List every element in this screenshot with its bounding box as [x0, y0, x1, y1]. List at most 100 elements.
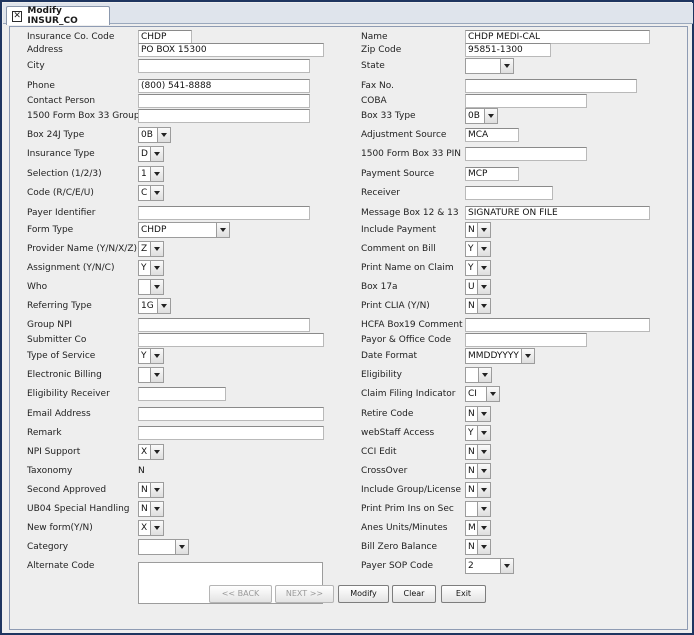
electronic-billing-dropdown[interactable]: [138, 367, 164, 383]
chevron-down-icon[interactable]: [477, 299, 490, 313]
tab-modify-insur-co[interactable]: ✕ Modify INSUR_CO: [6, 6, 110, 26]
chevron-down-icon[interactable]: [477, 540, 490, 554]
state-dropdown[interactable]: [465, 58, 514, 74]
chevron-down-icon[interactable]: [486, 387, 499, 401]
name-field[interactable]: CHDP MEDI-CAL: [465, 30, 650, 44]
new-form-y-n-dropdown[interactable]: X: [138, 520, 164, 536]
eligibility-dropdown[interactable]: [465, 367, 492, 383]
chevron-down-icon[interactable]: [477, 280, 490, 294]
payor-office-code-field[interactable]: [465, 333, 587, 347]
eligibility-receiver-field[interactable]: [138, 387, 226, 401]
clear-button[interactable]: Clear: [392, 585, 436, 603]
adjustment-source-field[interactable]: MCA: [465, 128, 519, 142]
1500-form-box-33-group-field[interactable]: [138, 109, 310, 123]
npi-support-dropdown[interactable]: X: [138, 444, 164, 460]
anes-units-minutes-dropdown[interactable]: M: [465, 520, 491, 536]
chevron-down-icon[interactable]: [500, 559, 513, 573]
chevron-down-icon[interactable]: [150, 261, 163, 275]
chevron-down-icon[interactable]: [477, 502, 490, 516]
group-npi-field[interactable]: [138, 318, 310, 332]
print-clia-y-n-dropdown[interactable]: N: [465, 298, 491, 314]
payer-identifier-field[interactable]: [138, 206, 310, 220]
email-address-field[interactable]: [138, 407, 324, 421]
chevron-down-icon[interactable]: [175, 540, 188, 554]
chevron-down-icon[interactable]: [157, 299, 170, 313]
chevron-down-icon[interactable]: [477, 464, 490, 478]
chevron-down-icon[interactable]: [150, 521, 163, 535]
bill-zero-balance-dropdown[interactable]: N: [465, 539, 491, 555]
chevron-down-icon[interactable]: [477, 223, 490, 237]
claim-filing-indicator-dropdown[interactable]: CI: [465, 386, 500, 402]
comment-on-bill-dropdown[interactable]: Y: [465, 241, 491, 257]
1500-form-box-33-pin-field[interactable]: [465, 147, 587, 161]
chevron-down-icon[interactable]: [477, 407, 490, 421]
chevron-down-icon[interactable]: [150, 147, 163, 161]
contact-person-field[interactable]: [138, 94, 310, 108]
box-17a-dropdown[interactable]: U: [465, 279, 491, 295]
chevron-down-icon[interactable]: [478, 368, 491, 382]
print-prim-ins-on-sec-dropdown[interactable]: [465, 501, 491, 517]
chevron-down-icon[interactable]: [500, 59, 513, 73]
submitter-co-field[interactable]: [138, 333, 324, 347]
remark-field[interactable]: [138, 426, 324, 440]
chevron-down-icon[interactable]: [150, 167, 163, 181]
retire-code-dropdown[interactable]: N: [465, 406, 491, 422]
include-group-license-dropdown[interactable]: N: [465, 482, 491, 498]
date-format-dropdown[interactable]: MMDDYYYY: [465, 348, 535, 364]
insurance-type-dropdown[interactable]: D: [138, 146, 164, 162]
chevron-down-icon[interactable]: [477, 521, 490, 535]
message-box-12-13-field[interactable]: SIGNATURE ON FILE: [465, 206, 650, 220]
chevron-down-icon[interactable]: [150, 349, 163, 363]
chevron-down-icon[interactable]: [477, 261, 490, 275]
chevron-down-icon[interactable]: [150, 280, 163, 294]
chevron-down-icon[interactable]: [157, 128, 170, 142]
chevron-down-icon[interactable]: [477, 426, 490, 440]
receiver-field[interactable]: [465, 186, 553, 200]
type-of-service-dropdown[interactable]: Y: [138, 348, 164, 364]
ub04-special-handling-dropdown[interactable]: N: [138, 501, 164, 517]
chevron-down-icon[interactable]: [150, 186, 163, 200]
address-field[interactable]: PO BOX 15300: [138, 43, 324, 57]
payer-sop-code-dropdown[interactable]: 2: [465, 558, 514, 574]
assignment-y-n-c-dropdown[interactable]: Y: [138, 260, 164, 276]
zip-code-field[interactable]: 95851-1300: [465, 43, 551, 57]
chevron-down-icon[interactable]: [150, 483, 163, 497]
chevron-down-icon[interactable]: [216, 223, 229, 237]
second-approved-dropdown[interactable]: N: [138, 482, 164, 498]
crossover-dropdown[interactable]: N: [465, 463, 491, 479]
code-r-c-e-u-dropdown[interactable]: C: [138, 185, 164, 201]
payment-source-field[interactable]: MCP: [465, 167, 519, 181]
box-24j-type-dropdown[interactable]: 0B: [138, 127, 171, 143]
chevron-down-icon[interactable]: [150, 502, 163, 516]
chevron-down-icon[interactable]: [150, 368, 163, 382]
phone-field[interactable]: (800) 541-8888: [138, 79, 310, 93]
chevron-down-icon[interactable]: [477, 242, 490, 256]
hcfa-box19-comment-field[interactable]: [465, 318, 650, 332]
modify-button[interactable]: Modify: [338, 585, 389, 603]
chevron-down-icon[interactable]: [521, 349, 534, 363]
next-button[interactable]: NEXT >>: [275, 585, 334, 603]
chevron-down-icon[interactable]: [150, 445, 163, 459]
webstaff-access-dropdown[interactable]: Y: [465, 425, 491, 441]
include-payment-dropdown[interactable]: N: [465, 222, 491, 238]
form-type-dropdown[interactable]: CHDP: [138, 222, 230, 238]
back-button[interactable]: << BACK: [209, 585, 272, 603]
cci-edit-dropdown[interactable]: N: [465, 444, 491, 460]
print-name-on-claim-dropdown[interactable]: Y: [465, 260, 491, 276]
city-field[interactable]: [138, 59, 310, 73]
chevron-down-icon[interactable]: [484, 109, 497, 123]
category-dropdown[interactable]: [138, 539, 189, 555]
selection-1-2-3-dropdown[interactable]: 1: [138, 166, 164, 182]
chevron-down-icon[interactable]: [477, 445, 490, 459]
provider-name-y-n-x-z-dropdown[interactable]: Z: [138, 241, 164, 257]
box-33-type-dropdown[interactable]: 0B: [465, 108, 498, 124]
fax-no-field[interactable]: [465, 79, 637, 93]
chevron-down-icon[interactable]: [477, 483, 490, 497]
who-dropdown[interactable]: [138, 279, 164, 295]
referring-type-dropdown[interactable]: 1G: [138, 298, 171, 314]
chevron-down-icon[interactable]: [150, 242, 163, 256]
coba-field[interactable]: [465, 94, 587, 108]
close-tab-icon[interactable]: ✕: [12, 10, 23, 22]
exit-button[interactable]: Exit: [441, 585, 486, 603]
insurance-co-code-field[interactable]: CHDP: [138, 30, 192, 44]
